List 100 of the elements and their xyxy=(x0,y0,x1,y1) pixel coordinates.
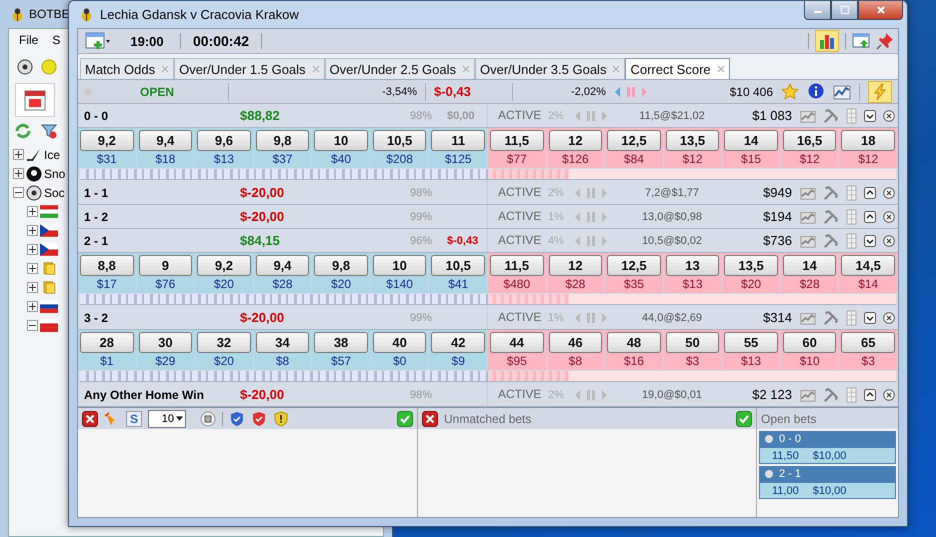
lay-price-button[interactable]: 12,5 xyxy=(607,130,661,151)
collapse-toggle[interactable] xyxy=(27,320,38,331)
remove-icon[interactable] xyxy=(882,110,894,122)
market-tab[interactable]: Correct Score xyxy=(625,58,730,79)
bet-header[interactable]: 2 - 1 xyxy=(759,466,896,482)
cancel-icon[interactable] xyxy=(82,410,98,426)
tree-item[interactable]: Sno xyxy=(44,166,66,180)
collapse-toggle[interactable] xyxy=(864,234,876,246)
remove-icon[interactable] xyxy=(882,210,894,222)
lay-price-button[interactable]: 16,5 xyxy=(782,130,836,151)
lay-price-button[interactable]: 12 xyxy=(548,255,602,276)
back-price-button[interactable]: 9,4 xyxy=(138,130,192,151)
lay-price-button[interactable]: 13 xyxy=(666,255,720,276)
expand-toggle[interactable] xyxy=(13,149,24,160)
remove-icon[interactable] xyxy=(882,186,894,198)
expand-toggle[interactable] xyxy=(864,186,876,198)
tools-icon[interactable] xyxy=(822,184,838,200)
back-price-button[interactable]: 8,8 xyxy=(80,255,134,276)
back-price-button[interactable]: 9,2 xyxy=(80,130,134,151)
market-tab[interactable]: Match Odds xyxy=(80,58,174,79)
back-price-button[interactable]: 9,2 xyxy=(197,255,251,276)
flag-icon[interactable] xyxy=(40,205,58,218)
back-price-button[interactable]: 38 xyxy=(314,332,368,353)
expand-toggle[interactable] xyxy=(864,388,876,400)
line-chart-icon[interactable] xyxy=(833,82,851,100)
market-tab[interactable]: Over/Under 2.5 Goals xyxy=(324,58,475,79)
shield-icon[interactable] xyxy=(251,410,267,426)
flag-icon[interactable] xyxy=(40,243,58,256)
tree-item[interactable]: Ice xyxy=(44,148,60,162)
lay-price-button[interactable]: 60 xyxy=(782,332,836,353)
expand-toggle[interactable] xyxy=(27,301,38,312)
warning-shield-icon[interactable] xyxy=(273,410,289,426)
lay-price-button[interactable]: 12,5 xyxy=(607,255,661,276)
back-price-button[interactable]: 9 xyxy=(138,255,192,276)
minimize-button[interactable] xyxy=(804,1,831,20)
back-price-button[interactable]: 9,8 xyxy=(256,130,310,151)
back-price-button[interactable]: 32 xyxy=(197,332,251,353)
tools-icon[interactable] xyxy=(822,310,838,326)
lay-price-button[interactable]: 46 xyxy=(548,332,602,353)
tools-icon[interactable] xyxy=(822,232,838,248)
expand-toggle[interactable] xyxy=(27,282,38,293)
refresh-icon[interactable] xyxy=(15,123,31,139)
collapse-toggle[interactable] xyxy=(13,187,24,198)
back-price-button[interactable]: 10 xyxy=(372,255,426,276)
back-price-button[interactable]: 9,6 xyxy=(197,130,251,151)
calendar-icon[interactable] xyxy=(23,88,47,112)
lay-price-button[interactable]: 14 xyxy=(782,255,836,276)
back-price-button[interactable]: 9,8 xyxy=(314,255,368,276)
expand-toggle[interactable] xyxy=(13,168,24,179)
confirm-icon[interactable] xyxy=(397,410,413,426)
maximize-button[interactable] xyxy=(831,1,858,20)
tools-icon[interactable] xyxy=(822,386,838,402)
star-icon[interactable] xyxy=(781,82,799,100)
collapse-toggle[interactable] xyxy=(864,312,876,324)
collapse-toggle[interactable] xyxy=(864,110,876,122)
cancel-icon[interactable] xyxy=(422,410,438,426)
back-price-button[interactable]: 10 xyxy=(314,130,368,151)
lay-price-button[interactable]: 44 xyxy=(490,332,544,353)
lay-price-button[interactable]: 13,5 xyxy=(724,255,778,276)
lay-price-button[interactable]: 11,5 xyxy=(490,130,544,151)
flag-icon[interactable] xyxy=(40,319,58,332)
shield-icon[interactable] xyxy=(229,410,245,426)
window-upload-icon[interactable] xyxy=(852,32,870,50)
lay-price-button[interactable]: 55 xyxy=(724,332,778,353)
stake-dropdown[interactable]: 10 xyxy=(148,410,186,428)
back-price-button[interactable]: 28 xyxy=(80,332,134,353)
back-price-button[interactable]: 42 xyxy=(431,332,485,353)
remove-icon[interactable] xyxy=(882,312,894,324)
pin-icon[interactable] xyxy=(876,32,894,50)
lay-price-button[interactable]: 48 xyxy=(607,332,661,353)
menu-item[interactable]: S xyxy=(52,33,60,47)
soccer-ball-icon[interactable] xyxy=(17,59,33,75)
confirm-icon[interactable] xyxy=(736,410,752,426)
menu-item[interactable]: File xyxy=(19,33,38,47)
remove-icon[interactable] xyxy=(882,388,894,400)
info-icon[interactable] xyxy=(807,82,825,100)
back-price-button[interactable]: 34 xyxy=(256,332,310,353)
lay-price-button[interactable]: 65 xyxy=(841,332,895,353)
bet-header[interactable]: 0 - 0 xyxy=(759,431,896,447)
lay-price-button[interactable]: 18 xyxy=(841,130,895,151)
lay-price-button[interactable]: 11,5 xyxy=(490,255,544,276)
market-tab[interactable]: Over/Under 1.5 Goals xyxy=(174,58,325,79)
close-button[interactable] xyxy=(858,1,903,20)
back-price-button[interactable]: 40 xyxy=(372,332,426,353)
lay-price-button[interactable]: 50 xyxy=(666,332,720,353)
back-price-button[interactable]: 11 xyxy=(431,130,485,151)
filter-icon[interactable] xyxy=(41,123,57,139)
close-icon[interactable] xyxy=(716,65,725,73)
back-price-button[interactable]: 30 xyxy=(138,332,192,353)
market-tab[interactable]: Over/Under 3.5 Goals xyxy=(475,58,626,79)
lay-price-button[interactable]: 14,5 xyxy=(841,255,895,276)
remove-icon[interactable] xyxy=(882,234,894,246)
stop-icon[interactable] xyxy=(200,410,216,426)
flag-icon[interactable] xyxy=(40,224,58,237)
expand-toggle[interactable] xyxy=(27,244,38,255)
back-price-button[interactable]: 9,4 xyxy=(256,255,310,276)
back-price-button[interactable]: 10,5 xyxy=(431,255,485,276)
lay-price-button[interactable]: 12 xyxy=(548,130,602,151)
expand-toggle[interactable] xyxy=(27,206,38,217)
expand-toggle[interactable] xyxy=(27,225,38,236)
